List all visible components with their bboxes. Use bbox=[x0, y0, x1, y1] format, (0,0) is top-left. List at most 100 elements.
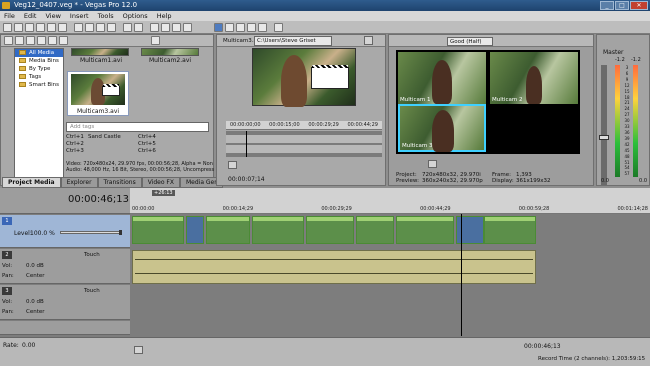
video-track-lane[interactable] bbox=[132, 216, 537, 246]
master-fader-knob[interactable] bbox=[599, 135, 609, 140]
tag-name-2[interactable] bbox=[88, 141, 138, 148]
video-clip-3[interactable] bbox=[252, 216, 304, 244]
menu-options[interactable]: Options bbox=[123, 11, 148, 21]
normal-edit-tool-icon[interactable] bbox=[214, 23, 223, 32]
ignore-grouping-icon[interactable] bbox=[183, 23, 192, 32]
preview-quality-dropdown[interactable]: Good (Half) bbox=[447, 37, 493, 46]
tab-transitions[interactable]: Transitions bbox=[97, 177, 142, 188]
next-frame-icon[interactable] bbox=[428, 160, 437, 168]
tab-explorer[interactable]: Explorer bbox=[60, 177, 98, 188]
maximize-button[interactable]: □ bbox=[615, 1, 629, 10]
video-clip-4[interactable] bbox=[306, 216, 354, 244]
open-icon[interactable] bbox=[14, 23, 23, 32]
tree-item-smart-bins[interactable]: Smart Bins bbox=[15, 81, 63, 89]
trimmer-more-icon[interactable] bbox=[228, 161, 237, 169]
next-frame-icon[interactable] bbox=[134, 346, 143, 354]
undo-icon[interactable] bbox=[123, 23, 132, 32]
audio-track-3-header[interactable]: 3 Touch Vol: 0.0 dB Pan: Center bbox=[0, 285, 130, 320]
video-clip-2[interactable] bbox=[206, 216, 250, 244]
audio-track-3-mode[interactable]: Touch bbox=[84, 288, 100, 294]
properties-icon[interactable] bbox=[58, 23, 67, 32]
multicam-2-view[interactable]: Multicam 2 bbox=[490, 52, 578, 104]
remove-media-icon[interactable] bbox=[37, 36, 46, 45]
master-levels: 0.0 0.0 bbox=[601, 178, 647, 184]
menu-edit[interactable]: Edit bbox=[24, 11, 37, 21]
audio-track-2-mode[interactable]: Touch bbox=[84, 252, 100, 258]
tab-video-fx[interactable]: Video FX bbox=[141, 177, 180, 188]
paste-icon[interactable] bbox=[96, 23, 105, 32]
folder-icon bbox=[19, 50, 26, 55]
multicam-3-view-active[interactable]: Multicam 3 bbox=[398, 104, 486, 152]
video-level-slider[interactable] bbox=[60, 230, 122, 235]
minimize-button[interactable]: _ bbox=[600, 1, 614, 10]
menu-file[interactable]: File bbox=[4, 11, 15, 21]
tree-item-tags[interactable]: Tags bbox=[15, 73, 63, 81]
timeline-ruler[interactable]: +26:13 00:00:00 00:00:14;29 00:00:29;29 … bbox=[130, 188, 650, 214]
menu-insert[interactable]: Insert bbox=[70, 11, 89, 21]
tag-name-1[interactable]: Sand Castle bbox=[88, 134, 138, 141]
tree-item-by-type[interactable]: By Type bbox=[15, 65, 63, 73]
audio-track-2-header[interactable]: 2 Touch Vol: 0.0 dB Pan: Center bbox=[0, 249, 130, 284]
folder-icon bbox=[19, 82, 26, 87]
audio-track-2-vol-value: 0.0 dB bbox=[26, 263, 44, 269]
ruler-tick-2: 00:00:29;29 bbox=[321, 206, 352, 212]
multicam-3-label: Multicam 3 bbox=[402, 143, 433, 149]
tab-project-media[interactable]: Project Media bbox=[2, 177, 61, 188]
multicam-1-view[interactable]: Multicam 1 bbox=[398, 52, 486, 104]
views-icon[interactable] bbox=[151, 36, 160, 45]
import-media-icon[interactable] bbox=[4, 36, 13, 45]
trimmer-path-dropdown[interactable]: C:\Users\Steve Griset bbox=[254, 36, 332, 46]
capture-video-icon[interactable] bbox=[15, 36, 24, 45]
lock-envelopes-icon[interactable] bbox=[172, 23, 181, 32]
tree-item-media-bins[interactable]: Media Bins bbox=[15, 57, 63, 65]
whats-this-help-icon[interactable] bbox=[274, 23, 283, 32]
media-fx-icon[interactable] bbox=[48, 36, 57, 45]
menu-view[interactable]: View bbox=[45, 11, 60, 21]
envelope-edit-tool-icon[interactable] bbox=[225, 23, 234, 32]
save-icon[interactable] bbox=[25, 23, 34, 32]
enable-snapping-icon[interactable] bbox=[150, 23, 159, 32]
get-media-web-icon[interactable] bbox=[26, 36, 35, 45]
delete-icon[interactable] bbox=[107, 23, 116, 32]
audio-track-4-header[interactable] bbox=[0, 321, 130, 335]
save-as-icon[interactable] bbox=[36, 23, 45, 32]
selection-edit-tool-icon[interactable] bbox=[236, 23, 245, 32]
record-time: Record Time (2 channels): 1,203:59:15 bbox=[538, 356, 646, 362]
trimmer-timeline[interactable] bbox=[226, 131, 382, 157]
folder-icon bbox=[19, 74, 26, 79]
auto-ripple-icon[interactable] bbox=[161, 23, 170, 32]
video-track-level-value: 100.0 % bbox=[30, 230, 55, 237]
video-clip-5[interactable] bbox=[356, 216, 394, 244]
window-docking-tabs: Project Media Explorer Transitions Video… bbox=[2, 177, 223, 188]
video-clip-6[interactable] bbox=[396, 216, 454, 244]
video-clip-1[interactable] bbox=[132, 216, 184, 244]
media-thumb-3-selected[interactable]: Multicam3.avi bbox=[67, 71, 129, 116]
audio-clip-track-2[interactable] bbox=[132, 250, 536, 284]
zoom-edit-tool-icon[interactable] bbox=[247, 23, 256, 32]
video-track-header[interactable]: 1 Level: 100.0 % bbox=[0, 215, 130, 248]
media-thumb-1[interactable] bbox=[71, 48, 129, 56]
help-icon[interactable] bbox=[258, 23, 267, 32]
cut-icon[interactable] bbox=[74, 23, 83, 32]
trimmer-cursor[interactable] bbox=[246, 131, 247, 157]
master-fader-track[interactable] bbox=[599, 65, 609, 185]
render-icon[interactable] bbox=[47, 23, 56, 32]
tree-item-all-media[interactable]: All Media bbox=[15, 49, 63, 57]
video-clip-blank[interactable] bbox=[186, 216, 204, 244]
trimmer-close-icon[interactable] bbox=[364, 36, 373, 45]
new-icon[interactable] bbox=[3, 23, 12, 32]
presenter-figure bbox=[432, 60, 452, 104]
tag-name-3[interactable] bbox=[88, 148, 138, 155]
media-thumb-2[interactable] bbox=[141, 48, 199, 56]
timeline-cursor[interactable] bbox=[461, 214, 462, 336]
video-level-knob[interactable] bbox=[119, 230, 122, 235]
search-media-icon[interactable] bbox=[59, 36, 68, 45]
close-button[interactable]: ✕ bbox=[630, 1, 648, 10]
menu-tools[interactable]: Tools bbox=[98, 11, 114, 21]
copy-icon[interactable] bbox=[85, 23, 94, 32]
presenter-figure bbox=[432, 110, 454, 152]
redo-icon[interactable] bbox=[134, 23, 143, 32]
add-tags-input[interactable]: Add tags bbox=[66, 122, 209, 132]
menu-help[interactable]: Help bbox=[157, 11, 172, 21]
video-clip-7[interactable] bbox=[484, 216, 536, 244]
